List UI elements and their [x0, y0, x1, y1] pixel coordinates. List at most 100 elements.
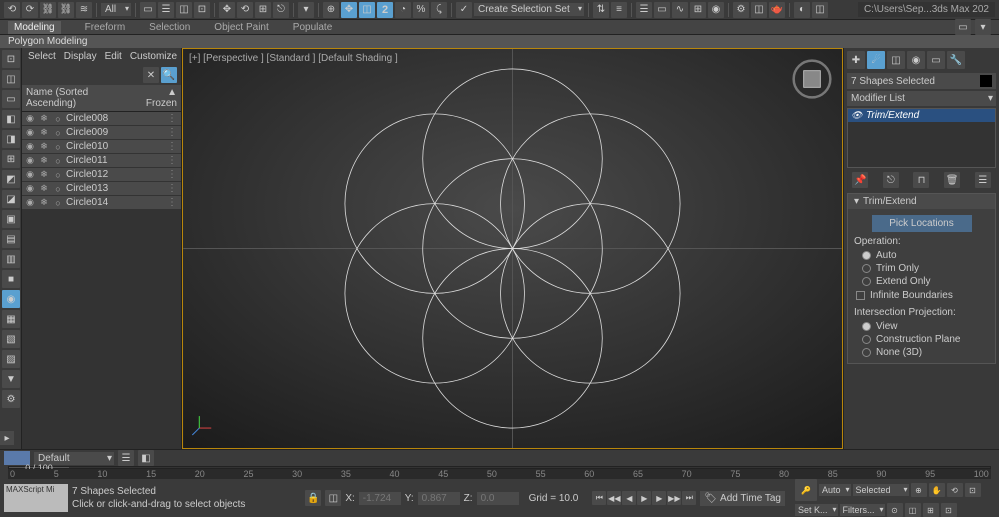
- settings-icon[interactable]: ⚙: [2, 390, 20, 408]
- eye-icon[interactable]: ◉: [24, 197, 36, 208]
- tool-icon[interactable]: ▭: [2, 90, 20, 108]
- scene-row[interactable]: ◉❄○Circle009⋮: [22, 126, 181, 140]
- menu-display[interactable]: Display: [64, 51, 97, 62]
- close-icon[interactable]: ✕: [143, 67, 159, 83]
- arnold-button[interactable]: ◐: [794, 2, 810, 18]
- viewport-label[interactable]: [+] [Perspective ] [Standard ] [Default …: [189, 53, 398, 64]
- nav-icon[interactable]: ⟲: [947, 483, 963, 497]
- frozen-cell[interactable]: ⋮: [165, 155, 179, 166]
- auto-key-button[interactable]: Auto: [819, 484, 851, 496]
- render-frame-button[interactable]: ◫: [751, 2, 767, 18]
- rollout-header[interactable]: ▾ Trim/Extend: [848, 194, 995, 209]
- freeze-icon[interactable]: ❄: [38, 127, 50, 138]
- radio-auto[interactable]: Auto: [854, 249, 989, 262]
- scene-column-header[interactable]: Name (Sorted Ascending) ▲ Frozen: [22, 85, 181, 112]
- col-name-header[interactable]: Name (Sorted Ascending): [26, 87, 135, 109]
- prev-frame-button[interactable]: ◀◀: [607, 491, 621, 505]
- layer-explorer-button[interactable]: ☰: [636, 2, 652, 18]
- frozen-cell[interactable]: ⋮: [165, 127, 179, 138]
- display-tab-icon[interactable]: ▭: [927, 51, 945, 69]
- ribbon-min-icon[interactable]: ▾: [975, 19, 991, 35]
- create-selection-set-dropdown[interactable]: Create Selection Set: [474, 3, 584, 16]
- modify-tab-icon[interactable]: ☄: [867, 51, 885, 69]
- ribbon-expand-icon[interactable]: ▭: [955, 19, 971, 35]
- bind-button[interactable]: ≋: [76, 2, 92, 18]
- scene-row[interactable]: ◉❄○Circle014⋮: [22, 196, 181, 210]
- lock-icon[interactable]: 🔒: [305, 490, 321, 506]
- scene-row[interactable]: ◉❄○Circle010⋮: [22, 140, 181, 154]
- frozen-cell[interactable]: ⋮: [165, 183, 179, 194]
- render-setup-button[interactable]: ⚙: [733, 2, 749, 18]
- tool-icon[interactable]: ◪: [2, 190, 20, 208]
- x-coord-input[interactable]: -1.724: [359, 492, 401, 505]
- goto-end-button[interactable]: ⏭: [682, 491, 696, 505]
- snap-toggle-button[interactable]: ⊕: [323, 2, 339, 18]
- add-time-tag-button[interactable]: 🏷 Add Time Tag: [700, 491, 785, 506]
- remove-mod-icon[interactable]: 🗑: [944, 172, 960, 188]
- selection-name-field[interactable]: 7 Shapes Selected: [847, 73, 996, 89]
- next-key-button[interactable]: ▶: [652, 491, 666, 505]
- modifier-stack[interactable]: Trim/Extend: [847, 108, 996, 168]
- tool-icon[interactable]: ▧: [2, 330, 20, 348]
- menu-edit[interactable]: Edit: [105, 51, 122, 62]
- configure-icon[interactable]: ☰: [975, 172, 991, 188]
- stack-item-trimextend[interactable]: Trim/Extend: [848, 109, 995, 122]
- render-view-button[interactable]: ◫: [812, 2, 828, 18]
- tool-icon[interactable]: ▥: [2, 250, 20, 268]
- tool-icon[interactable]: ⊡: [2, 50, 20, 68]
- unique-icon[interactable]: ⊓: [913, 172, 929, 188]
- scene-row[interactable]: ◉❄○Circle008⋮: [22, 112, 181, 126]
- project-path[interactable]: C:\Users\Sep...3ds Max 202: [858, 2, 995, 17]
- nav-icon[interactable]: ✋: [929, 483, 945, 497]
- play-button[interactable]: ▶: [637, 491, 651, 505]
- radio-proj-cplane[interactable]: Construction Plane: [854, 333, 989, 346]
- utilities-tab-icon[interactable]: 🔧: [947, 51, 965, 69]
- mirror-button[interactable]: ⇅: [593, 2, 609, 18]
- z-coord-input[interactable]: 0.0: [477, 492, 519, 505]
- tool-icon[interactable]: ⊞: [2, 150, 20, 168]
- angle-button[interactable]: ◔: [395, 2, 411, 18]
- set-key-button[interactable]: Set K...: [795, 504, 838, 516]
- nav-icon[interactable]: ◫: [905, 503, 921, 517]
- eye-icon[interactable]: ◉: [24, 141, 36, 152]
- menu-select[interactable]: Select: [28, 51, 56, 62]
- tool-icon[interactable]: ▣: [2, 210, 20, 228]
- scene-row[interactable]: ◉❄○Circle011⋮: [22, 154, 181, 168]
- menu-customize[interactable]: Customize: [130, 51, 177, 62]
- redo-button[interactable]: ⟳: [22, 2, 38, 18]
- search-icon[interactable]: 🔍: [161, 67, 177, 83]
- radio-extend-only[interactable]: Extend Only: [854, 275, 989, 288]
- selection-filter-dropdown[interactable]: All: [101, 3, 131, 16]
- select-region-button[interactable]: ◫: [176, 2, 192, 18]
- tool-icon[interactable]: ◨: [2, 130, 20, 148]
- key-target-dropdown[interactable]: Selected: [853, 484, 909, 496]
- freeze-icon[interactable]: ❄: [38, 113, 50, 124]
- tab-selection[interactable]: Selection: [149, 22, 190, 33]
- frozen-cell[interactable]: ⋮: [165, 197, 179, 208]
- motion-tab-icon[interactable]: ◉: [907, 51, 925, 69]
- nav-icon[interactable]: ⊞: [923, 503, 939, 517]
- align-button[interactable]: ≡: [611, 2, 627, 18]
- eye-icon[interactable]: ◉: [24, 113, 36, 124]
- modifier-list-dropdown[interactable]: Modifier List: [847, 91, 996, 106]
- ref-coord-button[interactable]: ▾: [298, 2, 314, 18]
- eye-icon[interactable]: ◉: [24, 155, 36, 166]
- percent-snap-button[interactable]: %: [413, 2, 429, 18]
- radio-proj-view[interactable]: View: [854, 320, 989, 333]
- tool-icon[interactable]: ▨: [2, 350, 20, 368]
- scene-row[interactable]: ◉❄○Circle012⋮: [22, 168, 181, 182]
- curve-editor-button[interactable]: ∿: [672, 2, 688, 18]
- nav-icon[interactable]: ⊡: [941, 503, 957, 517]
- angle-snap-button[interactable]: ◫: [359, 2, 375, 18]
- radio-trim-only[interactable]: Trim Only: [854, 262, 989, 275]
- named-sel-button[interactable]: ✓: [456, 2, 472, 18]
- select-object-button[interactable]: ▭: [140, 2, 156, 18]
- color-swatch[interactable]: [980, 75, 992, 87]
- material-editor-button[interactable]: ◉: [708, 2, 724, 18]
- frozen-cell[interactable]: ⋮: [165, 141, 179, 152]
- time-ruler[interactable]: 0510152025303540455055606570758085909510…: [8, 469, 991, 479]
- create-tab-icon[interactable]: ✚: [847, 51, 865, 69]
- sel-lock-icon[interactable]: ◫: [325, 490, 341, 506]
- snap-2-button[interactable]: 2: [377, 2, 393, 18]
- tool-icon[interactable]: ◩: [2, 170, 20, 188]
